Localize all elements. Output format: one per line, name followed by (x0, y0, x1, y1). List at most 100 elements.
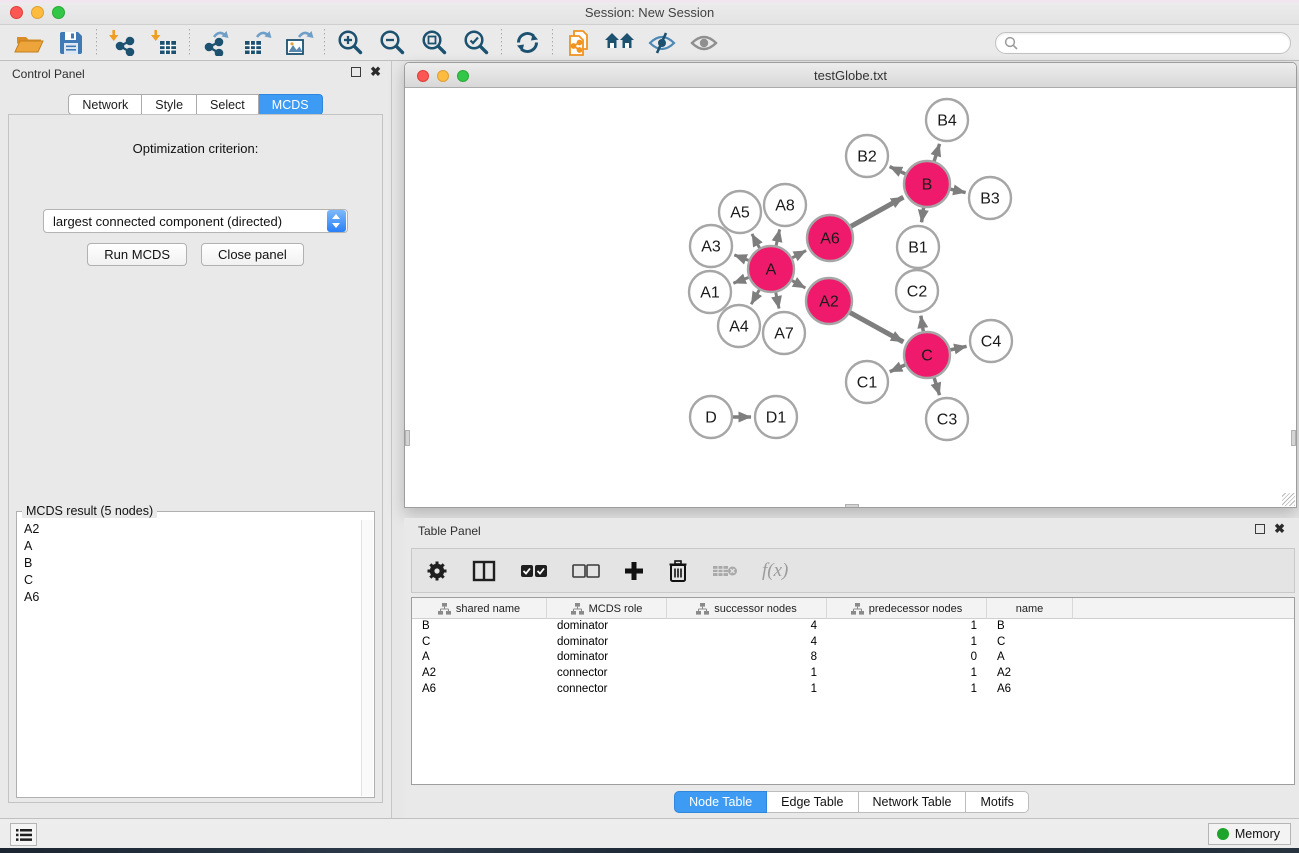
export-network-button[interactable] (194, 27, 236, 59)
close-panel-icon[interactable]: ✖ (370, 67, 381, 77)
graph-edge-A-A4[interactable] (751, 290, 759, 304)
task-history-button[interactable] (10, 823, 37, 846)
tab-mcds[interactable]: MCDS (259, 94, 323, 115)
delete-column-button[interactable] (668, 560, 688, 582)
table-cell[interactable]: 1 (827, 682, 987, 698)
table-cell[interactable]: 1 (667, 666, 827, 682)
refresh-layout-button[interactable] (506, 27, 548, 59)
table-cell[interactable]: B (987, 619, 1073, 635)
table-cell[interactable]: A (987, 650, 1073, 666)
table-cell[interactable]: connector (547, 666, 667, 682)
first-neighbors-button[interactable] (599, 27, 641, 59)
select-all-button[interactable] (520, 563, 548, 579)
mcds-result-item[interactable]: A6 (18, 588, 360, 605)
table-row[interactable]: Adominator80A (412, 650, 1294, 666)
table-cell[interactable]: A6 (412, 682, 547, 698)
table-row[interactable]: Bdominator41B (412, 619, 1294, 635)
tab-network[interactable]: Network (68, 94, 142, 115)
tab-network-table[interactable]: Network Table (859, 791, 967, 813)
table-cell[interactable]: A2 (987, 666, 1073, 682)
run-mcds-button[interactable]: Run MCDS (87, 243, 187, 266)
column-header[interactable]: shared name (412, 598, 547, 619)
hide-panel-button[interactable] (641, 27, 683, 59)
column-header[interactable]: successor nodes (667, 598, 827, 619)
graph-edge-C-C3[interactable] (934, 378, 939, 395)
column-header[interactable]: MCDS role (547, 598, 667, 619)
open-session-button[interactable] (8, 27, 50, 59)
show-panel-button[interactable] (683, 27, 725, 59)
show-columns-button[interactable] (472, 560, 496, 582)
mcds-result-item[interactable]: C (18, 571, 360, 588)
splitter-handle[interactable] (405, 430, 410, 446)
graph-edge-A-A5[interactable] (752, 234, 760, 248)
table-cell[interactable]: dominator (547, 619, 667, 635)
table-cell[interactable]: dominator (547, 650, 667, 666)
graph-edge-A-A2[interactable] (792, 281, 805, 288)
graph-edge-A-A1[interactable] (733, 277, 748, 283)
graph-edge-A6-B[interactable] (851, 197, 903, 226)
close-panel-button[interactable]: Close panel (201, 243, 304, 266)
mcds-result-item[interactable]: B (18, 554, 360, 571)
table-cell[interactable]: 8 (667, 650, 827, 666)
zoom-out-button[interactable] (371, 27, 413, 59)
table-cell[interactable]: A (412, 650, 547, 666)
table-cell[interactable]: 4 (667, 619, 827, 635)
tab-select[interactable]: Select (197, 94, 259, 115)
zoom-in-button[interactable] (329, 27, 371, 59)
column-header[interactable]: predecessor nodes (827, 598, 987, 619)
save-session-button[interactable] (50, 27, 92, 59)
graph-edge-C-C2[interactable] (921, 316, 923, 332)
graph-edge-A-A6[interactable] (792, 251, 806, 258)
zoom-selected-button[interactable] (455, 27, 497, 59)
result-scrollbar[interactable] (361, 520, 373, 796)
network-view[interactable]: B4B2BB3A8A5A6A3B1AA1C2A2A4A7C4CC1C3DD1 (405, 88, 1296, 507)
table-options-button[interactable] (426, 560, 448, 582)
tab-motifs[interactable]: Motifs (966, 791, 1028, 813)
graph-edge-B-B2[interactable] (890, 167, 906, 174)
table-cell[interactable]: 1 (827, 619, 987, 635)
add-column-button[interactable] (624, 561, 644, 581)
table-cell[interactable]: C (412, 635, 547, 651)
zoom-fit-button[interactable] (413, 27, 455, 59)
table-row[interactable]: A6connector11A6 (412, 682, 1294, 698)
tab-edge-table[interactable]: Edge Table (767, 791, 858, 813)
optimization-criterion-dropdown[interactable]: largest connected component (directed) (43, 209, 348, 233)
table-cell[interactable]: 4 (667, 635, 827, 651)
node-table[interactable]: shared nameMCDS rolesuccessor nodesprede… (411, 597, 1295, 785)
table-cell[interactable]: A6 (987, 682, 1073, 698)
table-cell[interactable]: 0 (827, 650, 987, 666)
mcds-result-item[interactable]: A (18, 537, 360, 554)
graph-edge-A-A8[interactable] (776, 229, 780, 245)
table-cell[interactable]: 1 (827, 666, 987, 682)
search-field[interactable] (995, 32, 1291, 54)
close-panel-icon[interactable]: ✖ (1274, 524, 1285, 534)
table-cell[interactable]: connector (547, 682, 667, 698)
deselect-all-button[interactable] (572, 563, 600, 579)
tab-style[interactable]: Style (142, 94, 197, 115)
splitter-handle[interactable] (845, 504, 859, 507)
graph-edge-A-A7[interactable] (776, 293, 779, 309)
graph-edge-B-B4[interactable] (934, 144, 939, 161)
network-window-titlebar[interactable]: testGlobe.txt (405, 63, 1296, 88)
mcds-result-item[interactable]: A2 (18, 520, 360, 537)
graph-edge-C-C1[interactable] (890, 365, 905, 372)
table-cell[interactable]: C (987, 635, 1073, 651)
table-cell[interactable]: B (412, 619, 547, 635)
table-cell[interactable]: 1 (827, 635, 987, 651)
splitter-handle[interactable] (1291, 430, 1296, 446)
float-panel-icon[interactable] (351, 67, 361, 77)
table-cell[interactable]: A2 (412, 666, 547, 682)
graph-edge-C-C4[interactable] (950, 346, 966, 350)
table-cell[interactable]: 1 (667, 682, 827, 698)
search-input[interactable] (1018, 36, 1282, 50)
table-cell[interactable]: dominator (547, 635, 667, 651)
memory-button[interactable]: Memory (1208, 823, 1291, 845)
export-image-button[interactable] (278, 27, 320, 59)
column-header[interactable]: name (987, 598, 1073, 619)
export-table-button[interactable] (236, 27, 278, 59)
table-row[interactable]: A2connector11A2 (412, 666, 1294, 682)
table-row[interactable]: Cdominator41C (412, 635, 1294, 651)
import-table-button[interactable] (143, 27, 185, 59)
graph-edge-B-B1[interactable] (922, 208, 924, 222)
network-graph[interactable]: B4B2BB3A8A5A6A3B1AA1C2A2A4A7C4CC1C3DD1 (405, 88, 1296, 507)
